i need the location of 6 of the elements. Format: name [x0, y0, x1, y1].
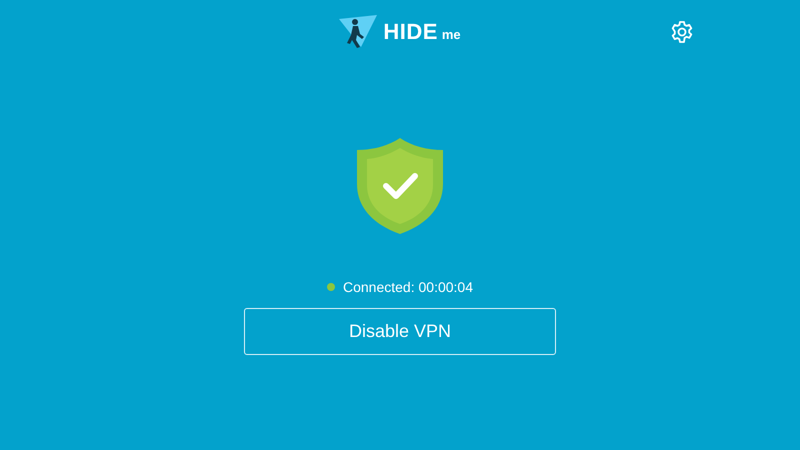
settings-icon[interactable]	[670, 20, 694, 44]
logo-text: HIDE	[383, 19, 438, 45]
disable-vpn-button[interactable]: Disable VPN	[244, 308, 556, 355]
logo-text: me	[442, 27, 461, 42]
connection-status: Connected: 00:00:04	[343, 279, 473, 295]
logo-icon	[339, 15, 380, 49]
